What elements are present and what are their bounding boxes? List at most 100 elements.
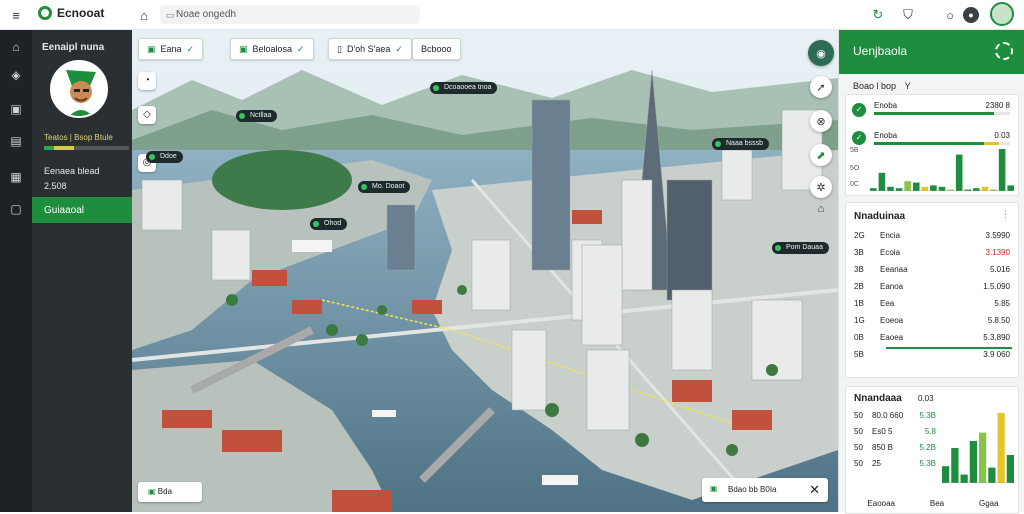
map-pin[interactable]: Nctllaa — [236, 110, 278, 122]
map-legend-button[interactable]: ▣ Bda — [138, 482, 202, 502]
chart-bar — [878, 172, 886, 191]
navigate-icon[interactable]: ➚ — [810, 76, 832, 98]
map-pin[interactable]: Dcoaooea tnoa — [430, 82, 498, 94]
more-icon[interactable]: ⋮ — [1001, 209, 1010, 220]
menu-icon[interactable]: ≡ — [6, 5, 26, 25]
row-value: 5.3B — [919, 411, 936, 420]
globe-icon[interactable]: ◉ — [808, 40, 834, 66]
close-icon[interactable]: ✕ — [809, 482, 820, 498]
pin-icon[interactable]: ◔ — [138, 72, 156, 90]
inbox-icon[interactable]: ▣ — [8, 102, 24, 116]
check-icon: ✓ — [852, 103, 866, 117]
chart-bar — [921, 186, 929, 191]
home-icon[interactable]: ⌂ — [8, 40, 24, 54]
chart-icon[interactable]: ▤ — [8, 134, 24, 148]
row-name: Eaoea — [880, 333, 904, 342]
kpi-value: 0.03 — [994, 131, 1010, 140]
chart-bar — [912, 182, 920, 191]
row-rank: 5B — [854, 350, 864, 359]
row-value: 3.5990 — [985, 231, 1010, 240]
row-value: 3.9 060 — [983, 350, 1010, 359]
chart-bar — [969, 441, 977, 483]
filter-value: Y — [904, 81, 911, 91]
row-value: 5.3B — [919, 459, 936, 468]
notification-icon[interactable]: ○ — [940, 5, 960, 25]
check-icon: ✓ — [186, 43, 195, 54]
map-filter-chip[interactable]: Bcbooo — [412, 38, 461, 60]
row-value: 5.8 — [924, 427, 936, 436]
check-icon: ✓ — [297, 43, 305, 54]
chart-bar — [951, 448, 959, 483]
footer-tab[interactable]: Bea — [930, 499, 944, 508]
user-avatar[interactable] — [50, 60, 108, 118]
chart-bar — [998, 149, 1006, 191]
home-icon[interactable]: ⌂ — [810, 198, 832, 220]
map-pin[interactable]: Naaa bsssb — [712, 138, 769, 150]
settings-icon[interactable] — [995, 42, 1013, 60]
refresh-icon[interactable]: ↻ — [868, 5, 888, 25]
kpi-progress — [874, 112, 1010, 115]
kpi-progress — [874, 142, 1010, 145]
home-icon[interactable]: ⌂ — [134, 5, 154, 25]
address-text: Noae ongedh — [176, 9, 237, 20]
panel-title: Eenaipl nuna — [42, 42, 105, 53]
row-name: Eanoa — [880, 282, 904, 291]
row-rank: 1G — [854, 316, 865, 325]
row-rank: 3B — [854, 248, 864, 257]
compass-icon[interactable]: ✲ — [810, 176, 832, 198]
filter-label[interactable]: Boao l bop Y — [853, 81, 911, 91]
row-name: Eea — [880, 299, 895, 308]
profile-icon[interactable]: ● — [963, 7, 979, 23]
folder-icon[interactable]: ▢ — [8, 202, 24, 216]
table-title: Nnaduinaa — [854, 211, 906, 222]
chart-bar — [997, 413, 1005, 483]
bar-chart — [870, 149, 1014, 191]
primary-button[interactable]: Guiaaoal — [32, 197, 132, 223]
footer-tab[interactable]: Eaooaa — [867, 499, 895, 508]
row-rank: 3B — [854, 265, 864, 274]
chart-bar — [904, 181, 911, 191]
map-pin[interactable]: Pom Dauaa — [772, 242, 829, 254]
layers-icon[interactable]: ◈ — [8, 68, 24, 82]
row-rank: 2B — [854, 282, 864, 291]
status-line: Teatos | Bsop Btule — [44, 133, 113, 142]
city-aerial-map[interactable] — [132, 30, 838, 512]
map-filter-chip[interactable]: ▯ D'oh S'aea ✓ — [328, 38, 412, 60]
map-pin[interactable]: Mo. Doaot — [358, 181, 411, 193]
map-filter-chip[interactable]: ▣ Eana ✓ — [138, 38, 204, 60]
legend-icon: ▣ — [148, 487, 158, 496]
map-info-bar[interactable]: ▣ Bdao bb B0Ia ✕ — [702, 478, 828, 502]
chart-bar — [938, 186, 946, 191]
row-rank: 50 — [854, 427, 863, 436]
top-bar: ≡ Ecnooat ⌂ Noae ongedh ▭ ↻ ⛉ ○ ● — [0, 0, 1024, 30]
chart-title: Nnandaaa — [854, 393, 902, 404]
item-name: Eenaea blead — [44, 166, 100, 176]
row-label: 850 B — [872, 443, 893, 452]
avatar-icon[interactable] — [990, 2, 1014, 26]
share-icon[interactable]: ⬈ — [810, 144, 832, 166]
map-icon: ▣ — [710, 484, 718, 493]
draw-icon[interactable]: ◇ — [138, 106, 156, 124]
map-filter-chip[interactable]: ▣ Beloalosa ✓ — [230, 38, 314, 60]
kpi-value: 2380 8 — [985, 101, 1010, 110]
address-bar[interactable]: Noae ongedh — [160, 5, 420, 24]
row-value: 5.2B — [919, 443, 936, 452]
map-pin[interactable]: Ohod — [310, 218, 348, 230]
footer-tab[interactable]: Ggaa — [979, 499, 999, 508]
layers-icon[interactable]: ⊗ — [810, 110, 832, 132]
left-panel: Eenaipl nuna Teatos | Bsop Btule Eenaea … — [32, 30, 132, 512]
chart-bar — [887, 186, 894, 191]
row-value: 5.8.50 — [987, 316, 1010, 325]
table-divider — [886, 347, 1012, 349]
table-icon[interactable]: ▦ — [8, 170, 24, 184]
tag-icon: ▣ — [239, 43, 248, 54]
row-rank: 0B — [854, 333, 864, 342]
panel-title: Uenjbaola — [853, 44, 908, 58]
map-view[interactable]: ▣ Eana ✓ ▣ Beloalosa ✓ ▯ D'oh S'aea ✓ Bc… — [132, 30, 838, 512]
shield-icon[interactable]: ⛉ — [898, 5, 918, 25]
brand[interactable]: Ecnooat — [38, 6, 104, 20]
y-tick: 5O — [850, 165, 860, 172]
row-value: 3.1390 — [985, 248, 1010, 257]
chart-bar — [895, 188, 903, 191]
map-pin[interactable]: Ddoe — [146, 151, 183, 163]
